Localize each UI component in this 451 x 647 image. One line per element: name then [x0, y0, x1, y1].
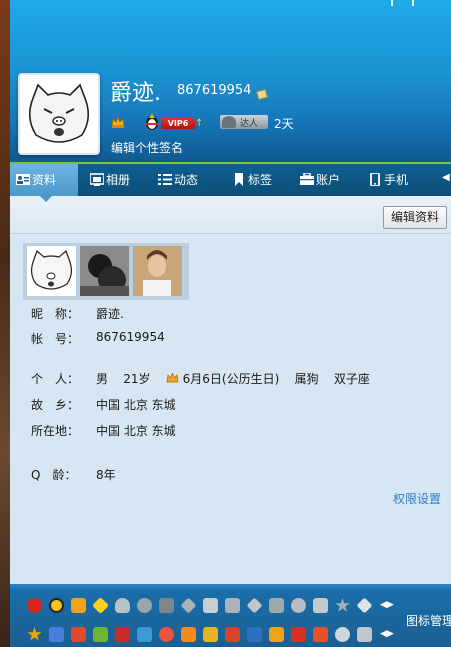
qq-show-icon[interactable]	[27, 598, 42, 613]
window-control-mark[interactable]	[391, 0, 393, 6]
video-icon[interactable]	[313, 627, 328, 642]
tab-album[interactable]: 相册	[84, 164, 146, 196]
profile-card-icon	[16, 174, 30, 185]
account-value: 867619954	[96, 330, 165, 344]
icon-manage-button[interactable]: 图标管理	[406, 612, 451, 629]
tab-bar: 资料 相册 动态 标签 账户 手机	[10, 162, 451, 196]
qq-penguin-icon	[146, 114, 158, 130]
row-1-scroll-icon[interactable]: ◀▶	[380, 600, 394, 610]
edit-profile-button[interactable]: 编辑资料	[383, 206, 447, 229]
qzone-icon[interactable]	[49, 627, 64, 642]
birthday-crown-icon	[166, 372, 179, 383]
music-gray-icon[interactable]	[225, 598, 240, 613]
avatar[interactable]	[18, 73, 100, 155]
constellation-value: 双子座	[333, 372, 370, 386]
profile-photo-strip	[23, 243, 189, 300]
graduation-icon[interactable]	[357, 627, 372, 642]
info-row-account: 帐 号： 867619954	[31, 330, 165, 347]
birthday-value: 6月6日(公历生日)	[182, 372, 280, 386]
desktop-background	[0, 0, 10, 647]
qage-label: Q 龄：	[31, 468, 77, 482]
info-row-location: 所在地： 中国 北京 东城	[31, 422, 176, 439]
personal-values: 男 21岁 6月6日(公历生日) 属狗 双子座	[96, 370, 370, 387]
daren-badge[interactable]: 达人	[220, 115, 268, 129]
info-row-qage: Q 龄： 8年	[31, 466, 116, 483]
game-icon[interactable]	[71, 598, 86, 613]
nickname-label: 昵 称：	[31, 307, 80, 321]
hometown-value: 中国 北京 东城	[96, 398, 176, 412]
feed-list-icon	[158, 174, 172, 185]
badge-gray-icon[interactable]	[291, 598, 306, 613]
profile-photo-3[interactable]	[133, 246, 182, 296]
daren-person-icon	[222, 116, 236, 128]
daren-days: 2天	[274, 117, 294, 131]
info-row-nickname: 昵 称： 爵迹.	[31, 305, 124, 322]
wallet-icon	[300, 173, 314, 185]
shield-gray-icon[interactable]	[313, 598, 328, 613]
heart-gray-icon[interactable]	[115, 598, 130, 613]
location-label: 所在地：	[31, 424, 80, 438]
farm-icon[interactable]	[93, 627, 108, 642]
penguin-red-icon[interactable]	[115, 627, 130, 642]
nickname-value: 爵迹.	[96, 307, 124, 321]
security-icon[interactable]	[335, 627, 350, 642]
permission-settings-link[interactable]: 权限设置	[393, 490, 441, 507]
gender-value: 男	[96, 372, 109, 386]
profile-nickname: 爵迹.	[110, 81, 161, 106]
ball-icon[interactable]	[159, 627, 174, 642]
personal-label: 个 人：	[31, 372, 80, 386]
crown-level-icon[interactable]	[110, 114, 126, 130]
daren-label: 达人	[240, 119, 259, 129]
qq-penguin-icon[interactable]	[49, 598, 64, 613]
age-value: 21岁	[123, 372, 151, 386]
window-control-mark[interactable]	[412, 0, 414, 6]
bookmark-icon	[235, 173, 243, 186]
docs-icon[interactable]	[247, 627, 262, 642]
tab-label: 标签	[248, 173, 273, 187]
info-row-personal: 个 人： 男 21岁 6月6日(公历生日) 属狗 双子座	[31, 370, 370, 387]
tab-account[interactable]: 账户	[294, 164, 356, 196]
gift-icon[interactable]	[181, 627, 196, 642]
penguin-gray-icon[interactable]	[159, 598, 174, 613]
tab-label: 账户	[316, 173, 341, 187]
active-tab-pointer	[40, 196, 52, 202]
bubble-gray-icon[interactable]	[137, 598, 152, 613]
mail-icon[interactable]	[71, 627, 86, 642]
tab-tags[interactable]: 标签	[226, 164, 288, 196]
tab-label: 动态	[174, 173, 199, 187]
game-red-icon[interactable]	[291, 627, 306, 642]
arrow-up-icon: ↑	[195, 118, 204, 129]
tab-profile[interactable]: 资料	[10, 164, 78, 196]
avatar-cat-face-icon	[24, 79, 94, 149]
pet-gray-icon[interactable]	[203, 598, 218, 613]
tab-label: 资料	[32, 173, 57, 187]
profile-photo-1[interactable]	[27, 246, 76, 296]
tab-scroll-left-icon[interactable]: ◀	[442, 172, 450, 183]
tab-label: 手机	[384, 173, 409, 187]
tab-phone[interactable]: 手机	[362, 164, 424, 196]
row-2-scroll-icon[interactable]: ◀▶	[380, 629, 394, 639]
crown-icon[interactable]	[203, 627, 218, 642]
vip-level-badge: VIP6	[161, 118, 195, 129]
location-value: 中国 北京 东城	[96, 424, 176, 438]
tab-feed[interactable]: 动态	[152, 164, 214, 196]
gem-gray-icon[interactable]	[269, 598, 284, 613]
signature-edit-link[interactable]: 编辑个性签名	[111, 139, 183, 156]
info-row-hometown: 故 乡： 中国 北京 东城	[31, 396, 176, 413]
hometown-label: 故 乡：	[31, 398, 80, 412]
pet-blue-icon[interactable]	[137, 627, 152, 642]
music-icon[interactable]	[269, 627, 284, 642]
tab-label: 相册	[106, 173, 131, 187]
account-label: 帐 号：	[31, 332, 80, 346]
zodiac-value: 属狗	[294, 372, 319, 386]
qq-number: 867619954	[177, 83, 252, 98]
penguin-orange-icon[interactable]	[225, 627, 240, 642]
phone-icon	[370, 173, 380, 186]
photo-album-icon	[90, 173, 104, 186]
profile-photo-2[interactable]	[80, 246, 129, 296]
qage-value: 8年	[96, 468, 116, 482]
